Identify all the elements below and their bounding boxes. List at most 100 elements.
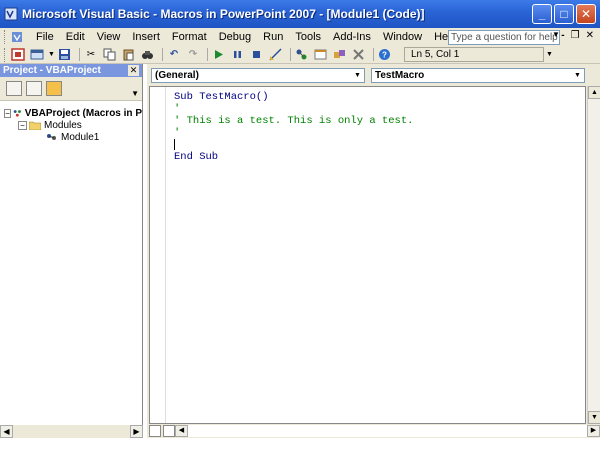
maximize-button[interactable]: □ [554,4,574,24]
procedure-view-button[interactable] [149,425,161,437]
mdi-close-icon[interactable]: ✕ [586,30,594,41]
code-line[interactable]: Sub TestMacro() [174,91,413,103]
project-explorer-toolbar: ▼ [0,77,142,101]
folder-icon [29,121,41,130]
menu-file[interactable]: File [30,31,60,43]
view-object-button[interactable] [26,81,42,96]
design-mode-icon[interactable] [268,47,284,62]
svg-text:?: ? [382,51,387,60]
help-search-input[interactable]: Type a question for help [448,30,560,45]
code-editor[interactable]: Sub TestMacro() ' ' This is a test. This… [149,86,586,424]
code-line[interactable]: ' [174,127,413,139]
collapse-icon[interactable]: − [18,120,27,130]
view-powerpoint-icon[interactable] [10,47,26,62]
scroll-right-icon[interactable]: ▶ [587,425,600,437]
toolbar-grip[interactable] [4,47,7,62]
help-dropdown-icon[interactable]: ▼ [552,30,560,39]
code-text[interactable]: Sub TestMacro() ' ' This is a test. This… [174,91,413,163]
menubar-grip[interactable] [4,30,7,44]
object-dropdown[interactable]: (General) ▼ [151,67,365,83]
toggle-folders-button[interactable] [46,81,62,96]
tree-label-vbaproject: VBAProject (Macros in P [24,107,142,119]
code-line[interactable]: ' [174,103,413,115]
procedure-dropdown[interactable]: TestMacro ▼ [371,67,585,83]
code-vertical-scrollbar[interactable]: ▲ ▼ [587,86,600,424]
toolbar-separator [78,48,80,61]
full-module-view-button[interactable] [163,425,175,437]
project-horizontal-scrollbar[interactable]: ◀ ▶ [0,425,143,438]
undo-icon[interactable]: ↶ [166,47,182,62]
minimize-button[interactable]: _ [532,4,552,24]
cut-icon[interactable]: ✂ [83,47,99,62]
code-horizontal-scrollbar[interactable] [188,425,587,437]
code-window: (General) ▼ TestMacro ▼ Sub TestMacro() … [147,64,600,438]
insert-module-icon[interactable] [29,47,45,62]
procedure-dropdown-value: TestMacro [375,69,425,81]
toolbar-separator [372,48,374,61]
project-explorer-title: Project - VBAProject [3,65,101,76]
menu-run[interactable]: Run [257,31,289,43]
chevron-down-icon[interactable]: ▼ [352,70,363,81]
title-bar: Microsoft Visual Basic - Macros in Power… [0,0,600,28]
menu-edit[interactable]: Edit [60,31,91,43]
object-browser-icon[interactable] [332,47,348,62]
scroll-down-icon[interactable]: ▼ [588,411,600,424]
tree-node-modules[interactable]: − Modules [0,119,142,131]
menu-window[interactable]: Window [377,31,428,43]
insert-dropdown-icon[interactable]: ▼ [48,51,55,58]
tree-node-vbaproject[interactable]: − VBAProject (Macros in P [0,107,142,119]
save-icon[interactable] [57,47,73,62]
code-line-cursor[interactable] [174,139,413,151]
code-line[interactable]: End Sub [174,151,413,163]
menu-tools[interactable]: Tools [289,31,327,43]
margin-indicator-bar[interactable] [150,87,166,423]
text-cursor [174,139,175,150]
reset-icon[interactable] [249,47,265,62]
run-icon[interactable] [211,47,227,62]
properties-window-icon[interactable] [313,47,329,62]
scroll-left-icon[interactable]: ◀ [175,425,188,437]
mdi-restore-icon[interactable]: ❐ [571,30,580,41]
menu-view[interactable]: View [91,31,127,43]
cursor-position: Ln 5, Col 1 [403,47,544,62]
vba-app-icon [4,7,18,21]
project-explorer-icon[interactable] [294,47,310,62]
menu-add-ins[interactable]: Add-Ins [327,31,377,43]
module-icon [47,134,56,140]
toolbar-separator [289,48,291,61]
code-bottom-bar: ◀ ▶ [147,424,600,438]
object-dropdown-value: (General) [155,69,199,81]
project-tree: − VBAProject (Macros in P − Modules Modu… [0,101,142,143]
menu-debug[interactable]: Debug [213,31,257,43]
redo-icon[interactable]: ↷ [185,47,201,62]
toolbar-separator [206,48,208,61]
project-explorer-titlebar: Project - VBAProject ✕ [0,64,142,77]
scroll-right-icon[interactable]: ▶ [130,425,143,438]
code-line[interactable]: ' This is a test. This is only a test. [174,115,413,127]
collapse-icon[interactable]: − [4,108,12,118]
view-code-button[interactable] [6,81,22,96]
mdi-minimize-icon[interactable]: - [561,30,564,41]
menu-format[interactable]: Format [166,31,213,43]
toolbox-icon[interactable] [351,47,367,62]
paste-icon[interactable] [121,47,137,62]
standard-toolbar: ▼ ✂ ↶ ↷ ? Ln 5, Col 1 ▼ [0,46,600,64]
chevron-down-icon[interactable]: ▼ [572,70,583,81]
copy-icon[interactable] [102,47,118,62]
find-icon[interactable] [140,47,156,62]
vba-document-icon[interactable] [10,30,26,44]
toolbar-options-icon[interactable]: ▼ [546,51,553,58]
help-icon[interactable]: ? [377,47,393,62]
tree-label-modules: Modules [44,119,82,131]
toolbar-separator [161,48,163,61]
tree-node-module1[interactable]: Module1 [0,131,142,143]
close-icon[interactable]: ✕ [128,65,139,76]
tree-label-module1: Module1 [61,131,100,143]
menu-insert[interactable]: Insert [126,31,166,43]
project-toolbar-dropdown-icon[interactable]: ▼ [131,89,139,98]
scroll-up-icon[interactable]: ▲ [588,86,600,99]
vba-project-icon [13,110,22,117]
close-button[interactable]: ✕ [576,4,596,24]
break-icon[interactable] [230,47,246,62]
scroll-left-icon[interactable]: ◀ [0,425,13,438]
